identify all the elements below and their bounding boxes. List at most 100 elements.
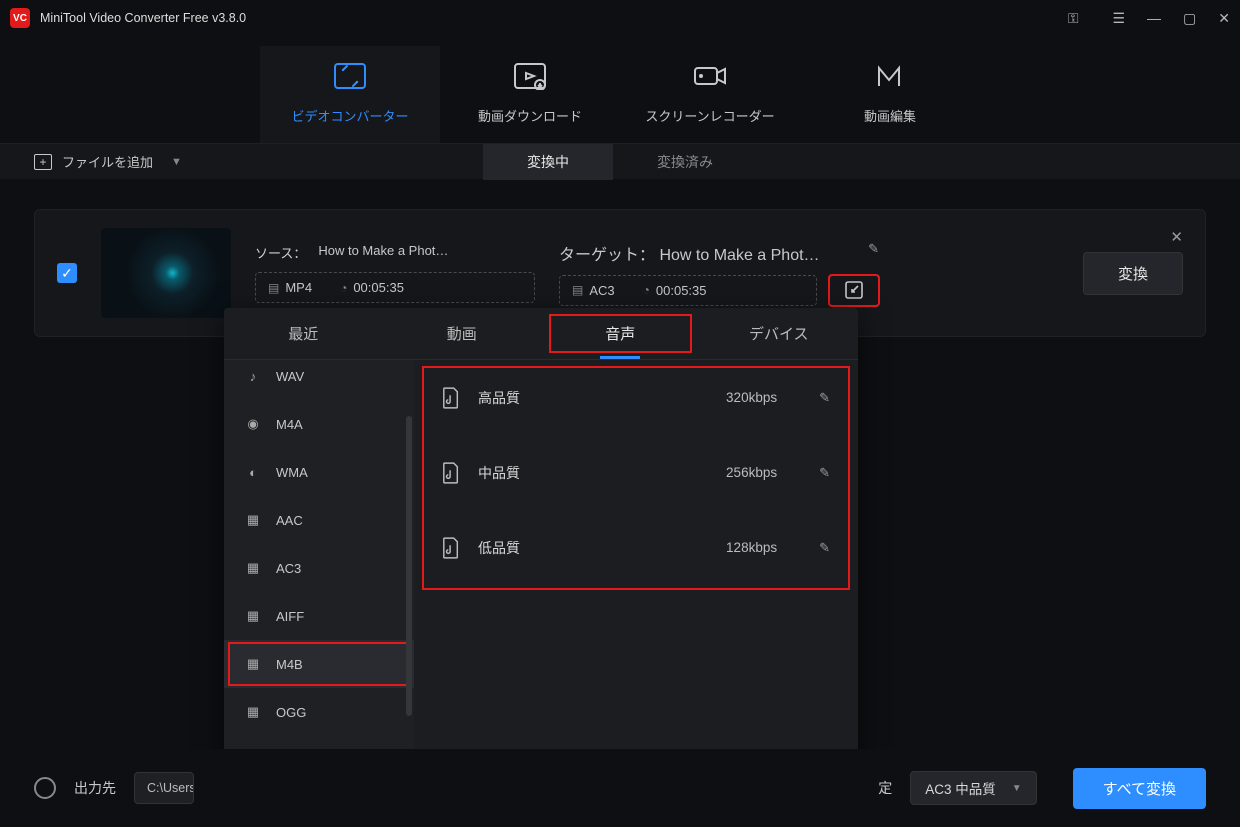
format-icon: ▤ [268,281,279,295]
format-item-wma[interactable]: ◐WMA [224,448,414,496]
video-thumbnail[interactable] [101,228,231,318]
popup-tabs: 最近 動画 音声 デバイス [224,308,858,360]
menu-icon[interactable]: ☰ [1112,10,1125,27]
minimize-button[interactable]: — [1147,10,1161,26]
target-duration: 00:05:35 [656,283,707,298]
nav-label: 動画編集 [800,106,980,125]
audio-icon: ▦ [244,607,262,625]
popup-tab-device[interactable]: デバイス [700,308,859,359]
nav-screen-recorder[interactable]: スクリーンレコーダー [620,46,800,143]
recorder-icon [620,58,800,94]
audio-icon: ◐ [244,463,262,481]
output-path[interactable]: C:\Users [134,772,194,804]
app-logo: VC [10,8,30,28]
audio-file-icon [442,537,460,559]
quality-bitrate: 320kbps [726,390,777,405]
source-filename: How to Make a Phot… [318,243,448,262]
nav-video-edit[interactable]: 動画編集 [800,46,980,143]
quality-edit-icon[interactable]: ✎ [819,390,830,406]
quality-edit-icon[interactable]: ✎ [819,465,830,481]
download-icon [440,58,620,94]
schedule-icon[interactable] [34,777,56,799]
audio-icon: ▦ [244,703,262,721]
format-list: ♪WAV ◉M4A ◐WMA ▦AAC ▦AC3 ▦AIFF ▦M4B ▦OGG [224,360,414,756]
tab-converting[interactable]: 変換中 [483,144,613,180]
audio-icon: ♪ [244,367,262,385]
quality-edit-icon[interactable]: ✎ [819,540,830,556]
format-item-ac3[interactable]: ▦AC3 [224,544,414,592]
audio-icon: ▦ [244,559,262,577]
plus-folder-icon: + [34,154,52,170]
audio-icon: ▦ [244,511,262,529]
chevron-down-icon: ▼ [1012,783,1022,794]
format-list-scrollbar[interactable] [406,416,412,716]
format-item-aac[interactable]: ▦AAC [224,496,414,544]
edit-icon [800,58,980,94]
target-format: AC3 [589,283,614,298]
quality-bitrate: 256kbps [726,465,777,480]
source-info: ソース： How to Make a Phot… ▤ MP4 ◔ 00:05:35 [255,243,535,303]
format-icon: ▤ [572,283,583,297]
nav-label: ビデオコンバーター [260,106,440,125]
toolbar: + ファイルを追加 ▼ 変換中 変換済み [0,143,1240,179]
clock-icon: ◔ [643,283,650,297]
tab-converted[interactable]: 変換済み [613,144,757,180]
nav-label: 動画ダウンロード [440,106,620,125]
status-tabs: 変換中 変換済み [483,144,757,180]
nav-video-download[interactable]: 動画ダウンロード [440,46,620,143]
main-nav: ビデオコンバーター 動画ダウンロード スクリーンレコーダー 動画編集 [0,36,1240,143]
clock-icon: ◔ [340,281,347,295]
quality-item-high[interactable]: 高品質 320kbps ✎ [414,360,858,435]
popup-tab-audio[interactable]: 音声 [541,308,700,359]
output-preset-dropdown[interactable]: AC3 中品質 ▼ [910,771,1036,805]
quality-bitrate: 128kbps [726,540,777,555]
preset-value: AC3 中品質 [925,778,996,798]
format-popup: 最近 動画 音声 デバイス ♪WAV ◉M4A ◐WMA ▦AAC ▦AC3 ▦… [224,308,858,806]
format-item-m4a[interactable]: ◉M4A [224,400,414,448]
target-filename: How to Make a Phot… [659,247,819,264]
add-file-button[interactable]: + ファイルを追加 ▼ [34,152,182,171]
quality-item-mid[interactable]: 中品質 256kbps ✎ [414,435,858,510]
format-item-ogg[interactable]: ▦OGG [224,688,414,736]
remove-file-button[interactable]: ✕ [1170,228,1183,246]
quality-label: 高品質 [478,388,520,408]
close-button[interactable]: ✕ [1218,10,1230,27]
quality-label: 低品質 [478,538,520,558]
source-meta: ▤ MP4 ◔ 00:05:35 [255,272,535,303]
add-file-label: ファイルを追加 [62,152,153,171]
convert-button[interactable]: 変換 [1083,252,1183,295]
source-format: MP4 [285,280,312,295]
source-label: ソース： [255,243,306,262]
rename-icon[interactable]: ✎ [868,241,879,257]
title-bar: VC MiniTool Video Converter Free v3.8.0 … [0,0,1240,36]
convert-all-button[interactable]: すべて変換 [1073,768,1206,809]
maximize-button[interactable]: ▢ [1183,10,1196,27]
key-icon[interactable]: ⚿ [1068,10,1079,27]
quality-item-low[interactable]: 低品質 128kbps ✎ [414,510,858,585]
quality-label: 中品質 [478,463,520,483]
popup-tab-recent[interactable]: 最近 [224,308,383,359]
app-title: MiniTool Video Converter Free v3.8.0 [40,11,1068,25]
bottom-bar: 出力先 C:\Users 定 AC3 中品質 ▼ すべて変換 [0,749,1240,827]
file-checkbox[interactable]: ✓ [57,263,77,283]
popup-tab-video[interactable]: 動画 [383,308,542,359]
choose-format-icon [845,281,863,299]
format-item-aiff[interactable]: ▦AIFF [224,592,414,640]
audio-icon: ◉ [244,415,262,433]
preset-suffix: 定 [878,778,892,798]
audio-file-icon [442,462,460,484]
chevron-down-icon[interactable]: ▼ [171,156,182,168]
source-duration: 00:05:35 [353,280,404,295]
converter-icon [260,58,440,94]
audio-file-icon [442,387,460,409]
format-item-m4b[interactable]: ▦M4B [224,640,414,688]
nav-video-converter[interactable]: ビデオコンバーター [260,46,440,143]
audio-icon: ▦ [244,655,262,673]
format-item-wav[interactable]: ♪WAV [224,360,414,400]
target-label: ターゲット： [559,247,655,264]
nav-label: スクリーンレコーダー [620,106,800,125]
target-meta: ▤ AC3 ◔ 00:05:35 [559,275,817,306]
choose-format-button[interactable] [829,275,879,306]
target-info: ターゲット： How to Make a Phot… ✎ ▤ AC3 ◔ 00:05… [559,241,879,306]
output-label: 出力先 [74,778,116,798]
